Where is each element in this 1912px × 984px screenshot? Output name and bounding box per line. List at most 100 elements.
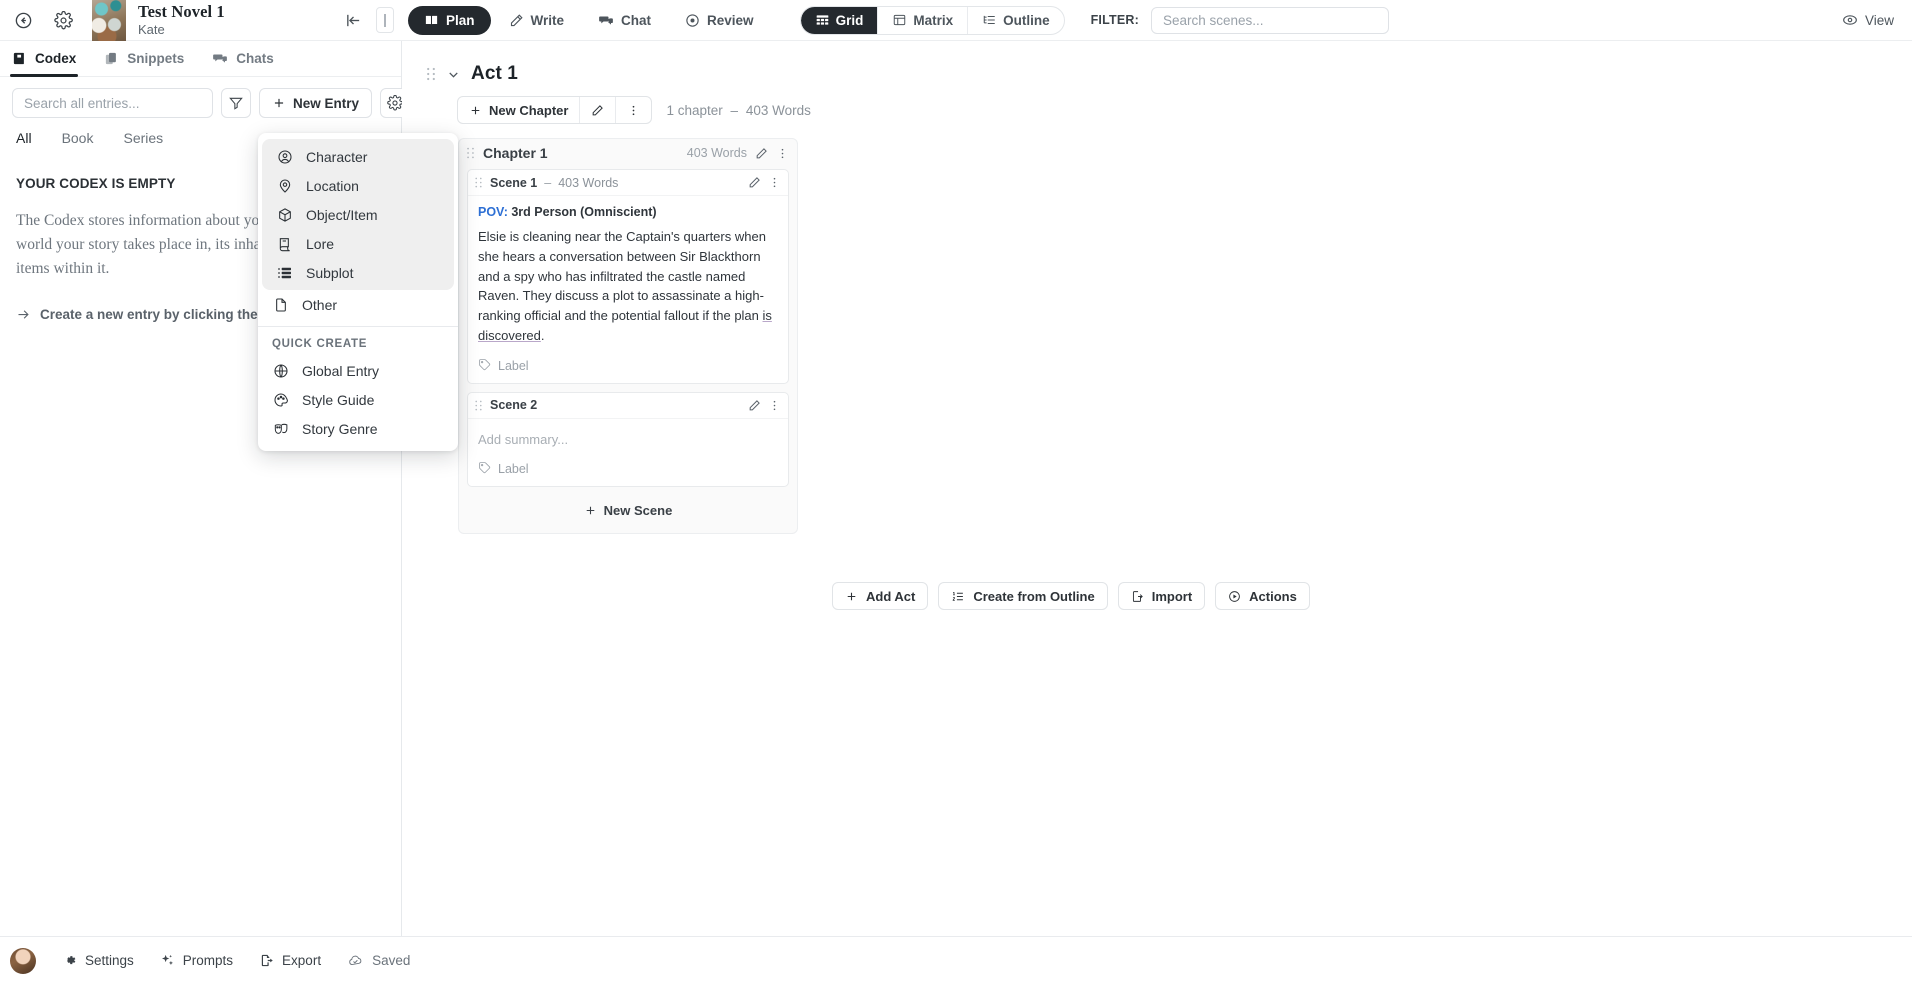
panel-divider-icon[interactable]: [376, 7, 394, 33]
new-scene-label: New Scene: [603, 502, 673, 518]
subplot-icon: [276, 264, 293, 281]
scene-more-icon[interactable]: [768, 399, 781, 412]
status-export-label: Export: [282, 953, 322, 968]
new-scene-button[interactable]: New Scene: [467, 495, 789, 525]
mode-write[interactable]: Write: [493, 6, 581, 35]
scene-label-button[interactable]: Label: [468, 346, 788, 383]
scene-edit-icon[interactable]: [748, 399, 761, 412]
user-circle-icon: [276, 148, 293, 165]
scene-summary-placeholder[interactable]: Add summary...: [468, 419, 788, 450]
drag-handle-icon[interactable]: [474, 176, 483, 189]
status-export-button[interactable]: Export: [259, 953, 321, 968]
menu-item-other[interactable]: Other: [258, 290, 458, 319]
scope-book[interactable]: Book: [62, 130, 94, 146]
actions-label: Actions: [1249, 588, 1297, 604]
chapter-word-count: 403 Words: [686, 146, 747, 160]
scene-title-dash: –: [544, 175, 552, 190]
chapter-title: Chapter 1: [483, 145, 548, 161]
act-edit-button[interactable]: [580, 97, 617, 123]
menu-item-character[interactable]: Character: [262, 142, 454, 171]
scene-title: Scene 1: [490, 175, 538, 190]
app-root: Test Novel 1 Kate Plan Write Chat Review…: [0, 0, 1912, 984]
menu-item-style-guide[interactable]: Style Guide: [258, 385, 458, 414]
sidebar-tab-chats[interactable]: Chats: [212, 41, 274, 77]
scene-pov: POV: 3rd Person (Omniscient): [468, 196, 788, 219]
scope-all[interactable]: All: [16, 130, 32, 146]
act-meta-dash: –: [730, 102, 739, 118]
create-from-outline-button[interactable]: Create from Outline: [938, 582, 1108, 611]
avatar[interactable]: [10, 947, 36, 974]
drag-handle-icon[interactable]: [426, 66, 436, 82]
scene-edit-icon[interactable]: [748, 176, 761, 189]
view-matrix[interactable]: Matrix: [878, 6, 969, 34]
add-act-button[interactable]: Add Act: [832, 582, 929, 611]
back-button[interactable]: [8, 5, 38, 35]
sidebar-search-row: New Entry: [0, 77, 411, 118]
funnel-icon[interactable]: [221, 88, 251, 118]
menu-item-lore-label: Lore: [306, 235, 335, 252]
view-options-button[interactable]: View: [1842, 12, 1894, 28]
new-entry-button[interactable]: New Entry: [259, 88, 373, 118]
menu-item-global-entry[interactable]: Global Entry: [258, 356, 458, 385]
new-chapter-button[interactable]: New Chapter: [458, 97, 581, 123]
act-container: Act 1 New Chapter 1 chapter – 403 Words …: [426, 63, 1912, 535]
mode-switcher: Plan Write Chat Review: [408, 5, 770, 35]
scope-series[interactable]: Series: [123, 130, 163, 146]
scene-pov-value: 3rd Person (Omniscient): [511, 205, 657, 219]
scene-card[interactable]: Scene 2 Add summary... Label: [467, 391, 789, 488]
mode-chat-label: Chat: [621, 12, 652, 28]
act-toolbar: New Chapter 1 chapter – 403 Words: [457, 96, 1912, 124]
menu-item-object-item[interactable]: Object/Item: [262, 200, 454, 229]
menu-item-story-genre[interactable]: Story Genre: [258, 414, 458, 443]
project-settings-button[interactable]: [48, 5, 78, 35]
menu-item-lore[interactable]: Lore: [262, 229, 454, 258]
mode-plan[interactable]: Plan: [408, 5, 491, 35]
scene-title: Scene 2: [490, 398, 538, 412]
scene-label-text: Label: [498, 358, 529, 373]
status-prompts-button[interactable]: Prompts: [160, 953, 233, 968]
scene-more-icon[interactable]: [768, 176, 781, 189]
menu-item-subplot-label: Subplot: [306, 264, 354, 281]
scene-header: Scene 2: [468, 393, 788, 419]
arrow-right-icon: [16, 307, 31, 325]
document-icon: [272, 296, 289, 313]
drag-handle-icon[interactable]: [474, 399, 483, 412]
sidebar-tab-codex[interactable]: Codex: [9, 41, 79, 77]
actions-button[interactable]: Actions: [1215, 582, 1310, 611]
chapter-more-icon[interactable]: [776, 147, 789, 160]
scene-search-input[interactable]: [1150, 6, 1389, 34]
scene-card[interactable]: Scene 1 – 403 Words POV: 3rd Person (Omn…: [467, 169, 789, 384]
view-options-label: View: [1864, 12, 1894, 28]
chevron-down-icon[interactable]: [446, 67, 461, 82]
chapter-edit-icon[interactable]: [755, 147, 768, 160]
scene-pov-key: POV:: [478, 205, 508, 219]
scene-label-button[interactable]: Label: [468, 449, 788, 486]
codex-search-input[interactable]: [12, 88, 213, 118]
menu-item-subplot[interactable]: Subplot: [262, 258, 454, 287]
entry-type-group: Character Location Object/Item Lore Subp…: [262, 139, 454, 290]
masks-icon: [272, 420, 289, 437]
drag-handle-icon[interactable]: [466, 146, 475, 160]
book-cover-thumbnail[interactable]: [92, 0, 126, 41]
import-button[interactable]: Import: [1117, 582, 1206, 611]
view-outline[interactable]: Outline: [968, 7, 1063, 34]
mode-review[interactable]: Review: [669, 6, 770, 35]
import-label: Import: [1151, 588, 1193, 604]
sidebar-tab-codex-label: Codex: [35, 51, 77, 66]
collapse-sidebar-icon[interactable]: [345, 12, 362, 29]
globe-icon: [272, 362, 289, 379]
chapter-header: Chapter 1 403 Words: [459, 139, 797, 167]
board-actions: Add Act Create from Outline Import Actio…: [832, 582, 1912, 611]
act-chapter-count: 1 chapter: [666, 102, 723, 118]
mode-chat[interactable]: Chat: [582, 6, 667, 35]
scene-label-text: Label: [498, 462, 529, 477]
mode-write-label: Write: [530, 12, 565, 28]
sidebar-tab-snippets[interactable]: Snippets: [104, 41, 184, 77]
scene-summary[interactable]: Elsie is cleaning near the Captain's qua…: [468, 219, 788, 346]
status-settings-button[interactable]: Settings: [62, 953, 134, 968]
map-pin-icon: [276, 177, 293, 194]
status-settings-label: Settings: [85, 953, 134, 968]
act-more-button[interactable]: [616, 97, 651, 123]
menu-item-location[interactable]: Location: [262, 171, 454, 200]
view-grid[interactable]: Grid: [800, 6, 879, 34]
